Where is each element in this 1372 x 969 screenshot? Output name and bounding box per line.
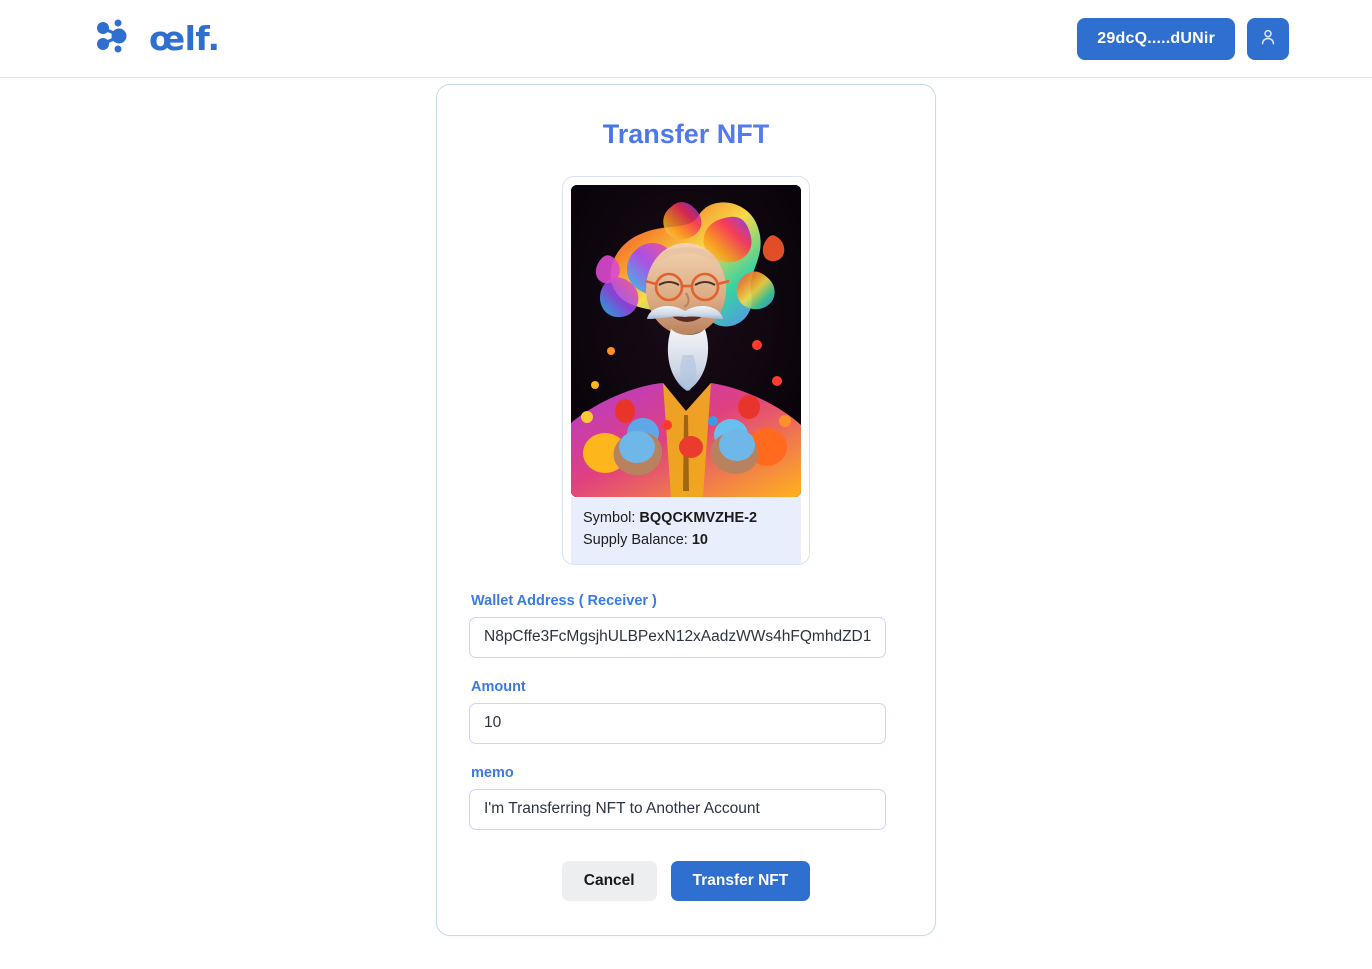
transfer-nft-card: Transfer NFT Symbol: BQQCKMVZHE-2 Supply… bbox=[436, 84, 936, 936]
form-actions: Cancel Transfer NFT bbox=[469, 860, 903, 901]
wallet-address-button[interactable]: 29dcQ.....dUNir bbox=[1077, 17, 1235, 60]
page-body: Transfer NFT Symbol: BQQCKMVZHE-2 Supply… bbox=[0, 78, 1372, 936]
nft-preview-wrap: Symbol: BQQCKMVZHE-2 Supply Balance: 10 bbox=[469, 176, 903, 565]
transfer-form: Wallet Address ( Receiver ) Amount memo … bbox=[469, 593, 903, 901]
nft-artwork-image bbox=[571, 185, 801, 497]
nft-symbol-value: BQQCKMVZHE-2 bbox=[639, 510, 758, 526]
nft-supply-value: 10 bbox=[691, 532, 708, 549]
nft-supply-label: Supply Balance: bbox=[583, 532, 688, 549]
amount-field: Amount bbox=[469, 679, 903, 744]
wallet-address-input[interactable] bbox=[469, 616, 886, 658]
account-button[interactable] bbox=[1247, 17, 1289, 60]
nft-card[interactable]: Symbol: BQQCKMVZHE-2 Supply Balance: 10 bbox=[562, 176, 810, 565]
app-header: œlf. 29dcQ.....dUNir bbox=[0, 0, 1372, 78]
memo-input[interactable] bbox=[469, 788, 886, 830]
memo-field: memo bbox=[469, 765, 903, 830]
memo-label: memo bbox=[471, 764, 514, 781]
user-icon bbox=[1258, 27, 1278, 50]
wallet-address-field: Wallet Address ( Receiver ) bbox=[469, 593, 903, 658]
page-title: Transfer NFT bbox=[469, 119, 903, 150]
wallet-address-label: Wallet Address ( Receiver ) bbox=[471, 592, 657, 609]
nft-symbol-label: Symbol: bbox=[583, 510, 636, 526]
header-actions: 29dcQ.....dUNir bbox=[1077, 17, 1332, 60]
cancel-button[interactable]: Cancel bbox=[561, 860, 657, 901]
transfer-nft-button[interactable]: Transfer NFT bbox=[670, 860, 811, 901]
aelf-network-nodes-logo-icon bbox=[95, 19, 139, 58]
nft-meta: Symbol: BQQCKMVZHE-2 Supply Balance: 10 bbox=[571, 497, 801, 564]
amount-input[interactable] bbox=[469, 702, 886, 744]
brand-logo[interactable]: œlf. bbox=[0, 19, 220, 58]
nft-symbol-row: Symbol: BQQCKMVZHE-2 bbox=[583, 507, 789, 529]
nft-supply-row: Supply Balance: 10 bbox=[583, 529, 789, 551]
amount-label: Amount bbox=[471, 678, 526, 695]
brand-name: œlf. bbox=[149, 19, 220, 58]
